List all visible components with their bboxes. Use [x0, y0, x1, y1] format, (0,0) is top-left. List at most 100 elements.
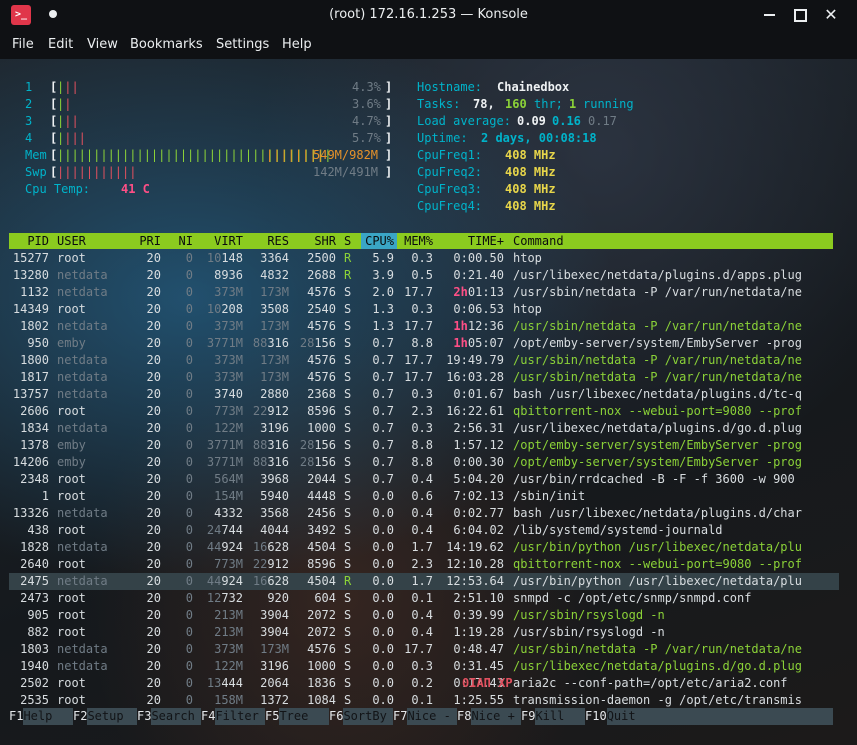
process-row[interactable]: 15277 root 20 0 10148 3364 2500 R 5.9 0.3 0:00.50 h… [9, 250, 839, 267]
cell-mem: 0.3 [411, 387, 433, 401]
process-row[interactable]: 1802 netdata 20 0 373M 173M 4576 S 1.3 17.7 1h12:3… [9, 318, 839, 335]
cell-cmd: /usr/sbin/rsyslogd -n [513, 608, 665, 622]
process-table[interactable]: 15277 root 20 0 10148 3364 2500 R 5.9 0.3 0:00.50 h… [9, 250, 839, 709]
cell-pid: 1802 [20, 319, 49, 333]
column-header-ni[interactable]: NI [165, 233, 193, 249]
fkey-nice--label[interactable]: Nice - [407, 708, 457, 725]
swap-bars: ||||||||||| [57, 165, 137, 179]
fkey-help-label[interactable]: Help [23, 708, 73, 725]
close-button[interactable]: ✕ [820, 5, 842, 25]
menu-edit[interactable]: Edit [48, 37, 73, 52]
cell-cpu: 0.7 [372, 370, 394, 384]
menu-settings[interactable]: Settings [216, 37, 269, 52]
cell-s: S [344, 353, 352, 367]
menu-help[interactable]: Help [282, 37, 312, 52]
cell-mem: 0.6 [411, 489, 433, 503]
process-row[interactable]: 1803 netdata 20 0 373M 173M 4576 S 0.0 17.7 0:48.4… [9, 641, 839, 658]
process-row[interactable]: 1 root 20 0 154M 5940 4448 S 0.0 0.6 7:02.13/sbin/… [9, 488, 839, 505]
menu-bookmarks[interactable]: Bookmarks [130, 37, 203, 52]
process-row[interactable]: 905 root 20 0 213M 3904 2072 S 0.0 0.4 0:39.99/usr… [9, 607, 839, 624]
menu-view[interactable]: View [87, 37, 118, 52]
cell-cpu: 0.0 [372, 659, 394, 673]
cell-ni: 0 [185, 557, 193, 571]
process-row[interactable]: 14206 emby 20 0 3771M 88316 28156 S 0.7 8.8 0:00.3… [9, 454, 839, 471]
process-row[interactable]: 2475 netdata 20 0 44924 16628 4504 R 0.0 1.7 12:53… [9, 573, 839, 590]
column-header-time[interactable]: TIME+ [439, 233, 504, 249]
cell-virt: 564M [214, 472, 243, 486]
column-header-cmd[interactable]: Command [513, 233, 843, 249]
column-header-virt[interactable]: VIRT [195, 233, 243, 249]
column-header-cpu[interactable]: CPU% [359, 233, 394, 249]
process-row[interactable]: 2606 root 20 0 773M 22912 8596 S 0.7 2.3 16:22.61 q… [9, 403, 839, 420]
cell-mem: 0.5 [411, 268, 433, 282]
process-table-header[interactable]: PID USER PRI NI VIRT RES SHR S CPU% MEM% TIME+ Comm… [9, 233, 833, 249]
cell-pri: 20 [146, 693, 161, 707]
column-header-pid[interactable]: PID [9, 233, 49, 249]
cell-pri: 20 [146, 319, 161, 333]
process-row[interactable]: 1378 emby 20 0 3771M 88316 28156 S 0.7 8.8 1:57.12… [9, 437, 839, 454]
cell-cmd: /usr/libexec/netdata/plugins.d/go.d.plug [513, 421, 802, 435]
cell-virt: 373M [214, 370, 243, 384]
cell-cmd: /usr/sbin/netdata -P /var/run/netdata/ne [513, 319, 802, 333]
fkey-nice--label[interactable]: Nice + [471, 708, 521, 725]
column-header-mem[interactable]: MEM% [397, 233, 433, 249]
cell-virt: 4332 [214, 506, 243, 520]
process-row[interactable]: 950 emby 20 0 3771M 88316 28156 S 0.7 8.8 1h05:07 /… [9, 335, 839, 352]
fkey-filter-label[interactable]: Filter [215, 708, 265, 725]
cell-res: 4832 [260, 268, 289, 282]
fkey-sortby-label[interactable]: SortBy [343, 708, 393, 725]
cell-mem: 17.7 [404, 642, 433, 656]
fkey-tree-key: F5 [265, 709, 280, 723]
cell-cpu: 1.3 [372, 302, 394, 316]
cell-virt: 373M [214, 285, 243, 299]
fkey-setup-label[interactable]: Setup [87, 708, 137, 725]
process-row[interactable]: 1132 netdata 20 0 373M 173M 4576 S 2.0 17.7 2h01:1… [9, 284, 839, 301]
process-row[interactable]: 14349 root 20 0 10208 3508 2540 S 1.3 0.3 0:06.53 h… [9, 301, 839, 318]
cell-cmd: bash /usr/libexec/netdata/plugins.d/char [513, 506, 802, 520]
cell-cpu: 0.0 [372, 693, 394, 707]
process-row[interactable]: 882 root 20 0 213M 3904 2072 S 0.0 0.4 1:19.28/usr… [9, 624, 839, 641]
cell-pid: 13326 [12, 506, 49, 520]
swap-label: Swp [25, 165, 47, 179]
cell-cpu: 0.0 [372, 608, 394, 622]
cell-cpu: 0.0 [372, 642, 394, 656]
cell-mem: 0.3 [411, 251, 433, 265]
process-row[interactable]: 13280 netdata 20 0 8936 4832 2688 R 3.9 0.5 0:21.4… [9, 267, 839, 284]
menu-file[interactable]: File [12, 37, 34, 52]
mem-label: Mem [25, 148, 47, 162]
column-header-pri[interactable]: PRI [129, 233, 161, 249]
fkey-tree-label[interactable]: Tree [279, 708, 329, 725]
process-row[interactable]: 1817 netdata 20 0 373M 173M 4576 S 0.7 17.7 16:03.… [9, 369, 839, 386]
process-row[interactable]: 438 root 20 0 24744 4044 3492 S 0.0 0.4 6:04.02/li… [9, 522, 839, 539]
column-header-res[interactable]: RES [245, 233, 289, 249]
process-row[interactable]: 1940 netdata 20 0 122M 3196 1000 S 0.0 0.3 0:31.45… [9, 658, 839, 675]
uptime-value: 2 days, 00:08:18 [481, 131, 597, 145]
cell-cmd: /usr/sbin/netdata -P /var/run/netdata/ne [513, 370, 802, 384]
cell-cmd: /usr/bin/python /usr/libexec/netdata/plu [513, 540, 802, 554]
process-row[interactable]: 2348 root 20 0 564M 3968 2044 S 0.7 0.4 5:04.20/us… [9, 471, 839, 488]
process-row[interactable]: 1828 netdata 20 0 44924 16628 4504 S 0.0 1.7 14:19… [9, 539, 839, 556]
fkey-kill-label[interactable]: Kill [535, 708, 585, 725]
terminal-area[interactable]: 1[||| 4.3%] 2[|| 3.6%] 3[||| 4.7%] 4[|||| 5.7%]… [9, 62, 857, 745]
process-row[interactable]: 2535 root 20 0 158M 1372 1084 S 0.0 0.1 1:25.55 tra… [9, 692, 839, 709]
cell-mem: 0.3 [411, 659, 433, 673]
process-row[interactable]: 1834 netdata 20 0 122M 3196 1000 S 0.7 0.3 2:56.31… [9, 420, 839, 437]
fkey-search-label[interactable]: Search [151, 708, 201, 725]
column-header-shr[interactable]: SHR [291, 233, 336, 249]
cell-user: emby [57, 438, 86, 452]
process-row[interactable]: 1800 netdata 20 0 373M 173M 4576 S 0.7 17.7 19:49.… [9, 352, 839, 369]
cell-ni: 0 [185, 540, 193, 554]
process-row[interactable]: 2640 root 20 0 773M 22912 8596 S 0.0 2.3 12:10.28 q… [9, 556, 839, 573]
process-row[interactable]: 13326 netdata 20 0 4332 3568 2456 S 0.0 0.4 0:02.7… [9, 505, 839, 522]
cell-time: 0:31.45 [453, 659, 504, 673]
column-header-s[interactable]: S [344, 233, 354, 249]
minimize-button[interactable] [758, 5, 780, 25]
process-row[interactable]: 2502 root 20 0 13444 2064 1836 S 0.0 0.2 0:17.43 ar… [9, 675, 839, 692]
column-header-user[interactable]: USER [57, 233, 127, 249]
cpu-bars: || [57, 97, 72, 111]
process-row[interactable]: 13757 netdata 20 0 3740 2880 2368 S 0.7 0.3 0:01.6… [9, 386, 839, 403]
process-row[interactable]: 2473 root 20 0 12732 920 604 S 0.0 0.1 2:51.10 snmp… [9, 590, 839, 607]
fkey-quit-label[interactable]: Quit [606, 708, 833, 725]
maximize-button[interactable] [789, 5, 811, 25]
cell-pri: 20 [146, 268, 161, 282]
